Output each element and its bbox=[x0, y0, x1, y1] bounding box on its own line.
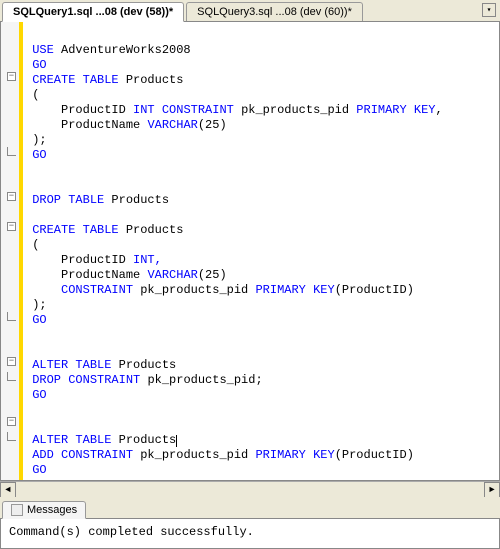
kw-go: GO bbox=[32, 313, 46, 327]
kw-pk: PRIMARY KEY bbox=[356, 103, 435, 117]
messages-pane: Command(s) completed successfully. bbox=[0, 519, 500, 549]
kw-create: CREATE TABLE bbox=[32, 223, 118, 237]
fold-toggle[interactable] bbox=[7, 417, 16, 426]
fold-end bbox=[7, 432, 16, 441]
gutter bbox=[1, 22, 23, 480]
change-marker bbox=[19, 22, 23, 480]
punct: ; bbox=[255, 373, 262, 387]
messages-tab[interactable]: Messages bbox=[2, 501, 86, 519]
editor-tab-active[interactable]: SQLQuery1.sql ...08 (dev (58))* bbox=[2, 2, 184, 22]
ident: ProductName bbox=[61, 118, 140, 132]
horizontal-scrollbar[interactable]: ◄ ► bbox=[0, 481, 500, 497]
kw-alter: ALTER TABLE bbox=[32, 358, 111, 372]
ident: pk_products_pid bbox=[140, 448, 248, 462]
messages-text: Command(s) completed successfully. bbox=[9, 525, 254, 539]
punct: (ProductID) bbox=[335, 448, 414, 462]
kw-varchar: VARCHAR bbox=[147, 118, 197, 132]
kw-go: GO bbox=[32, 58, 46, 72]
sql-editor[interactable]: USE AdventureWorks2008 GO CREATE TABLE P… bbox=[0, 22, 500, 481]
ident: ProductID bbox=[61, 103, 126, 117]
messages-icon bbox=[11, 504, 23, 516]
ident: ProductName bbox=[61, 268, 140, 282]
tab-overflow-button[interactable]: ▾ bbox=[482, 3, 496, 17]
punct: (25) bbox=[198, 268, 227, 282]
kw-int: INT, bbox=[133, 253, 162, 267]
editor-tab-bar: SQLQuery1.sql ...08 (dev (58))* SQLQuery… bbox=[0, 0, 500, 22]
ident: Products bbox=[119, 358, 177, 372]
ident: Products bbox=[126, 73, 184, 87]
ident: pk_products_pid bbox=[147, 373, 255, 387]
kw-addc: ADD CONSTRAINT bbox=[32, 448, 133, 462]
code-content[interactable]: USE AdventureWorks2008 GO CREATE TABLE P… bbox=[25, 28, 499, 480]
messages-tab-bar: Messages bbox=[0, 497, 500, 519]
fold-end bbox=[7, 312, 16, 321]
paren: ( bbox=[32, 88, 39, 102]
ident: Products bbox=[126, 223, 184, 237]
ident: Products bbox=[119, 433, 177, 447]
kw-go: GO bbox=[32, 463, 46, 477]
fold-toggle[interactable] bbox=[7, 72, 16, 81]
kw-dropc: DROP CONSTRAINT bbox=[32, 373, 140, 387]
fold-toggle[interactable] bbox=[7, 222, 16, 231]
ident: pk_products_pid bbox=[241, 103, 349, 117]
fold-toggle[interactable] bbox=[7, 357, 16, 366]
fold-toggle[interactable] bbox=[7, 192, 16, 201]
paren: ( bbox=[32, 238, 39, 252]
punct: , bbox=[436, 103, 443, 117]
kw-go: GO bbox=[32, 148, 46, 162]
kw-int: INT bbox=[133, 103, 155, 117]
paren: ); bbox=[32, 133, 46, 147]
kw-pk: PRIMARY KEY bbox=[255, 448, 334, 462]
punct: (ProductID) bbox=[335, 283, 414, 297]
ident: AdventureWorks2008 bbox=[61, 43, 191, 57]
text-cursor bbox=[176, 435, 177, 447]
paren: ); bbox=[32, 298, 46, 312]
kw-pk: PRIMARY KEY bbox=[255, 283, 334, 297]
messages-tab-label: Messages bbox=[27, 504, 77, 516]
scroll-left-button[interactable]: ◄ bbox=[0, 482, 16, 498]
ident: pk_products_pid bbox=[140, 283, 248, 297]
kw-constraint: CONSTRAINT bbox=[61, 283, 133, 297]
punct: (25) bbox=[198, 118, 227, 132]
editor-tab-other[interactable]: SQLQuery3.sql ...08 (dev (60))* bbox=[186, 2, 363, 21]
ident: Products bbox=[111, 193, 169, 207]
scroll-right-button[interactable]: ► bbox=[484, 482, 500, 498]
kw-varchar: VARCHAR bbox=[147, 268, 197, 282]
kw-alter: ALTER TABLE bbox=[32, 433, 111, 447]
kw-constraint: CONSTRAINT bbox=[162, 103, 234, 117]
kw-use: USE bbox=[32, 43, 54, 57]
fold-end bbox=[7, 372, 16, 381]
kw-drop: DROP TABLE bbox=[32, 193, 104, 207]
fold-end bbox=[7, 147, 16, 156]
kw-create: CREATE TABLE bbox=[32, 73, 118, 87]
kw-go: GO bbox=[32, 388, 46, 402]
ident: ProductID bbox=[61, 253, 126, 267]
